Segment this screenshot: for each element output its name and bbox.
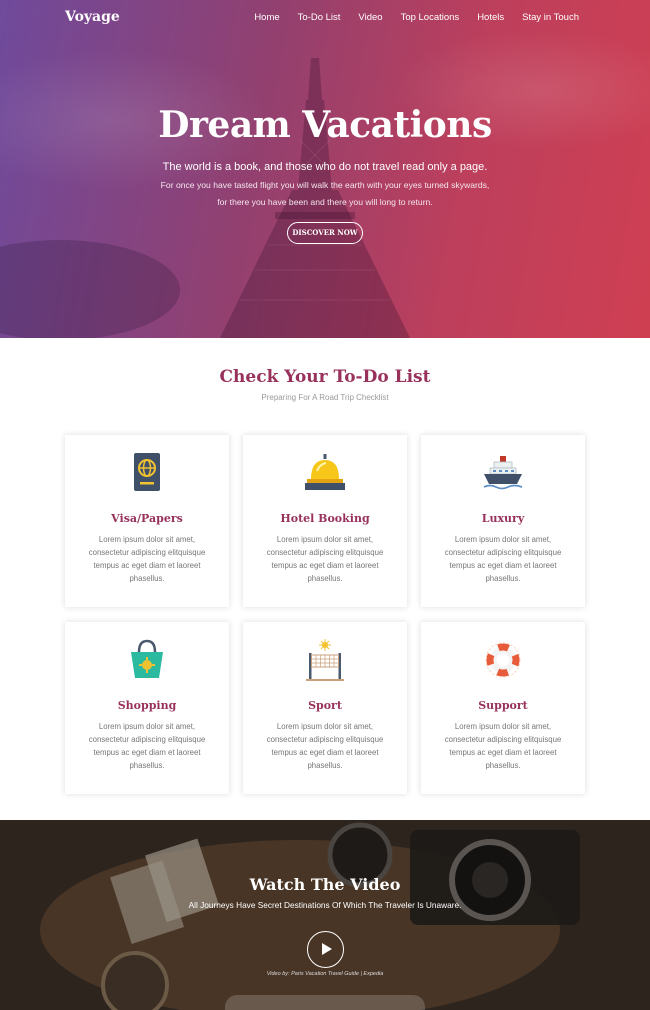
brand-logo[interactable]: Voyage bbox=[65, 9, 120, 25]
card-text: Lorem ipsum dolor sit amet, consectetur … bbox=[444, 722, 562, 770]
section-subtitle: Preparing For A Road Trip Checklist bbox=[261, 393, 389, 402]
video-title: Watch The Video bbox=[249, 875, 401, 894]
video-section: Watch The Video All Journeys Have Secret… bbox=[0, 820, 650, 1010]
hero-title: Dream Vacations bbox=[158, 104, 492, 146]
discover-now-button[interactable]: DISCOVER NOW bbox=[287, 222, 363, 244]
card-title: Visa/Papers bbox=[111, 512, 183, 525]
shopping-bag-icon bbox=[131, 639, 163, 678]
nav-link-home[interactable]: Home bbox=[254, 12, 279, 23]
todo-card-shopping[interactable]: Shopping Lorem ipsum dolor sit amet, con… bbox=[65, 622, 229, 794]
nav-link-top-locations[interactable]: Top Locations bbox=[401, 12, 460, 23]
card-text: Lorem ipsum dolor sit amet, consectetur … bbox=[266, 535, 384, 583]
video-credit: Video by: Paris Vacation Travel Guide | … bbox=[266, 971, 384, 977]
card-text: Lorem ipsum dolor sit amet, consectetur … bbox=[88, 722, 206, 770]
todo-card-support[interactable]: Support Lorem ipsum dolor sit amet, cons… bbox=[421, 622, 585, 794]
card-title: Sport bbox=[308, 699, 342, 712]
passport-icon bbox=[134, 453, 160, 491]
section-title: Check Your To-Do List bbox=[219, 367, 431, 387]
nav-link-todo-list[interactable]: To-Do List bbox=[298, 12, 341, 23]
card-text: Lorem ipsum dolor sit amet, consectetur … bbox=[88, 535, 206, 583]
hero-quote: The world is a book, and those who do no… bbox=[162, 161, 488, 173]
service-bell-icon bbox=[305, 454, 345, 490]
nav-links: Home To-Do List Video Top Locations Hote… bbox=[236, 12, 579, 23]
todo-card-visa[interactable]: Visa/Papers Lorem ipsum dolor sit amet, … bbox=[65, 435, 229, 607]
cruise-ship-icon bbox=[483, 456, 523, 490]
card-title: Hotel Booking bbox=[280, 512, 370, 525]
nav-link-video[interactable]: Video bbox=[358, 12, 382, 23]
todo-card-sport[interactable]: Sport Lorem ipsum dolor sit amet, consec… bbox=[243, 622, 407, 794]
nav-link-stay-in-touch[interactable]: Stay in Touch bbox=[522, 12, 579, 23]
nav-link-hotels[interactable]: Hotels bbox=[477, 12, 504, 23]
card-text: Lorem ipsum dolor sit amet, consectetur … bbox=[266, 722, 384, 770]
card-text: Lorem ipsum dolor sit amet, consectetur … bbox=[444, 535, 562, 583]
hero-section: Voyage Home To-Do List Video Top Locatio… bbox=[0, 0, 650, 338]
card-title: Support bbox=[478, 699, 528, 712]
todo-card-hotel-booking[interactable]: Hotel Booking Lorem ipsum dolor sit amet… bbox=[243, 435, 407, 607]
todo-card-luxury[interactable]: Luxury Lorem ipsum dolor sit amet, conse… bbox=[421, 435, 585, 607]
todo-section: Check Your To-Do List Preparing For A Ro… bbox=[0, 338, 650, 820]
play-button[interactable] bbox=[307, 931, 344, 968]
card-title: Shopping bbox=[117, 699, 177, 712]
hero-subtitle: For once you have tasted flight you will… bbox=[160, 180, 490, 207]
travel-items-background bbox=[0, 820, 650, 1010]
volleyball-net-icon bbox=[306, 639, 344, 681]
video-subtitle: All Journeys Have Secret Destinations Of… bbox=[188, 900, 462, 910]
card-title: Luxury bbox=[481, 512, 525, 525]
play-icon bbox=[322, 943, 332, 955]
top-navbar: Voyage Home To-Do List Video Top Locatio… bbox=[0, 0, 650, 36]
lifebuoy-icon bbox=[485, 642, 521, 678]
